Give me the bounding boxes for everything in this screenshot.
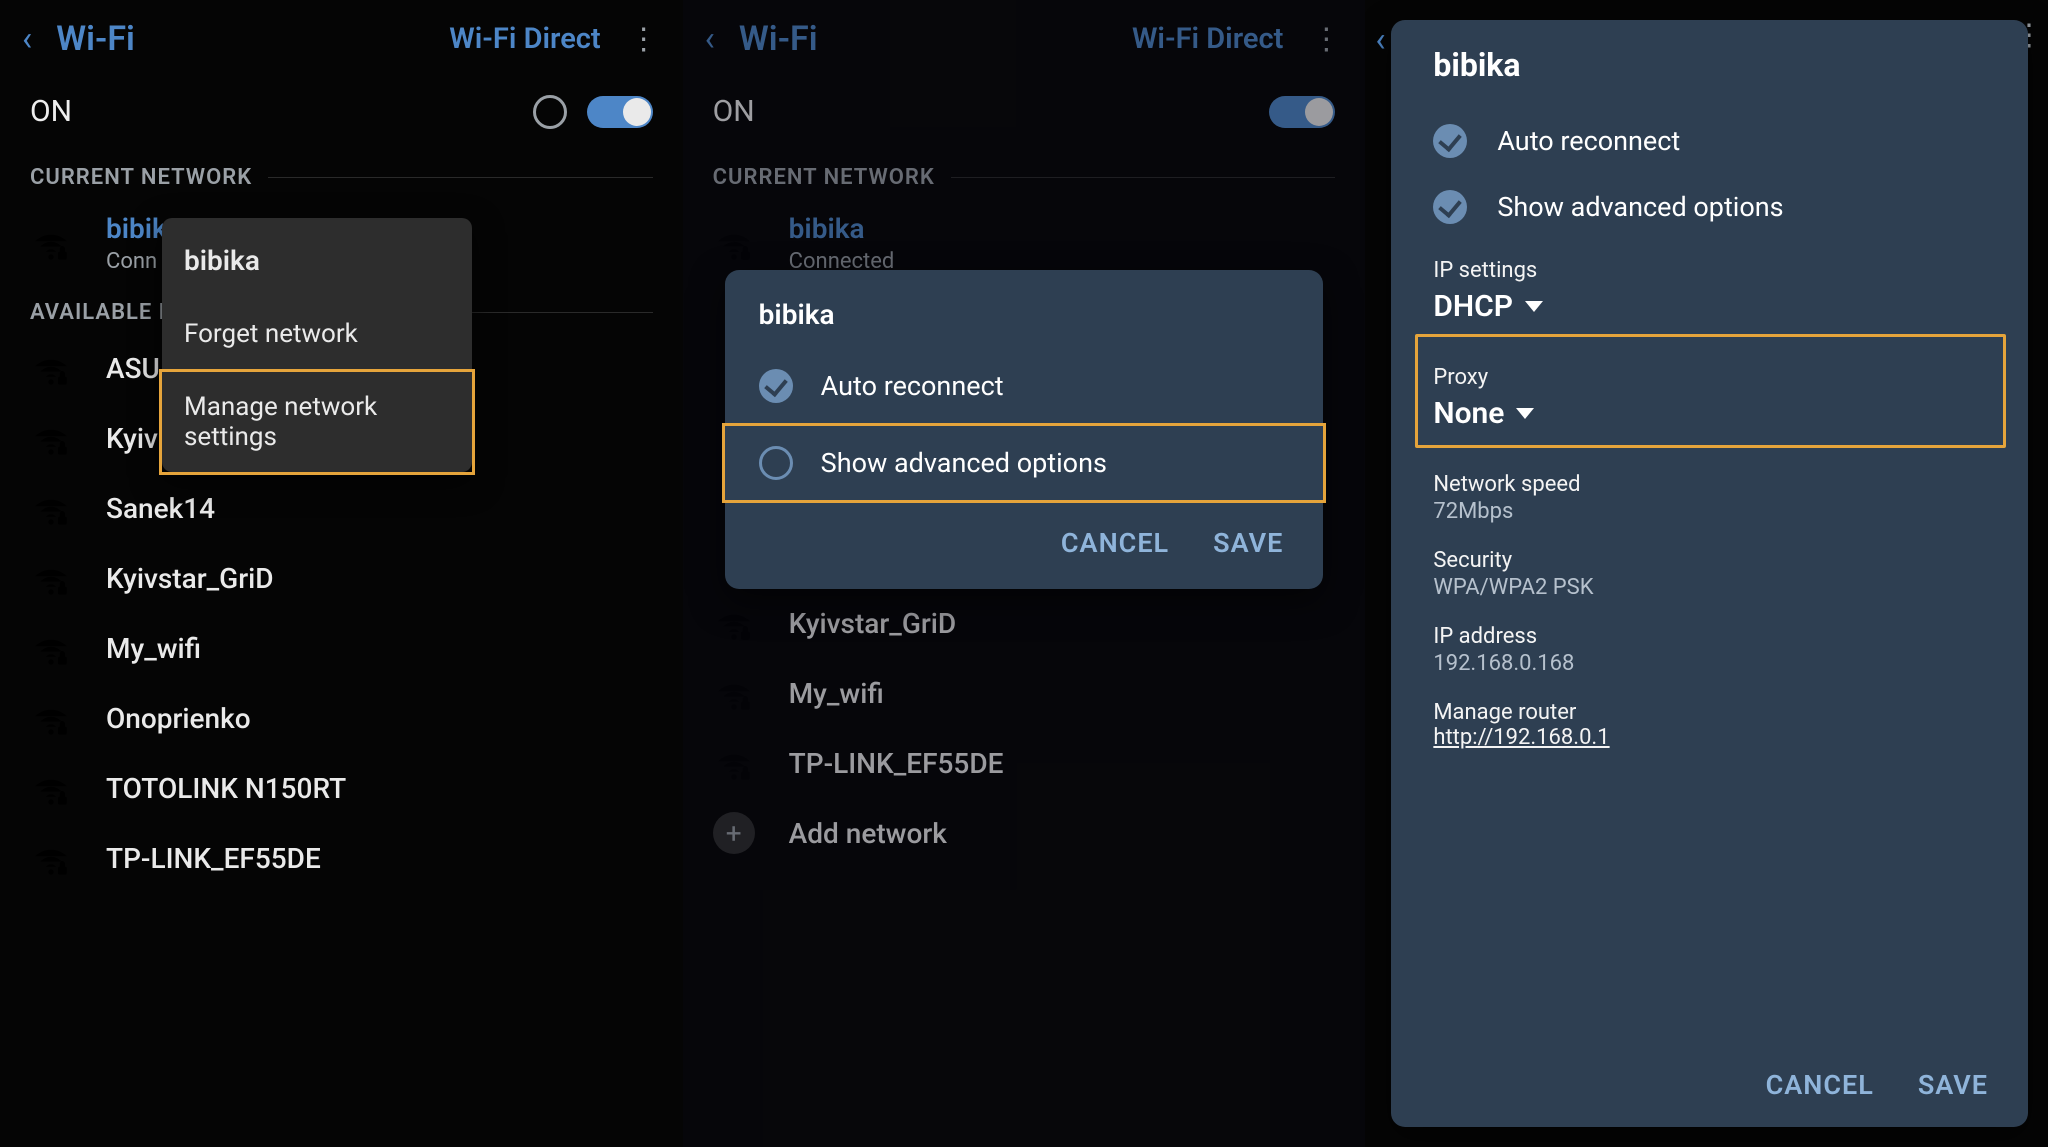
checkmark-icon bbox=[759, 369, 793, 403]
show-advanced-option[interactable]: Show advanced options bbox=[1433, 190, 1988, 224]
wifi-lock-icon bbox=[30, 767, 72, 809]
context-menu-title: bibika bbox=[162, 230, 472, 299]
wifi-lock-icon bbox=[30, 697, 72, 739]
wifi-on-row: ON bbox=[0, 78, 683, 153]
back-icon[interactable]: ‹ bbox=[14, 19, 40, 59]
network-row[interactable]: Sanek14 bbox=[0, 473, 683, 543]
wifi-lock-icon bbox=[30, 487, 72, 529]
dropdown-icon bbox=[1525, 301, 1543, 312]
proxy-label: Proxy bbox=[1433, 365, 1988, 390]
ip-address: IP address 192.168.0.168 bbox=[1433, 624, 1988, 676]
dialog-buttons: CANCEL SAVE bbox=[725, 503, 1324, 589]
network-speed-value: 72Mbps bbox=[1433, 499, 1988, 524]
ip-settings-label: IP settings bbox=[1433, 258, 1988, 283]
save-button[interactable]: SAVE bbox=[1213, 527, 1283, 559]
auto-reconnect-option[interactable]: Auto reconnect bbox=[1433, 124, 1988, 158]
wifi-lock-icon bbox=[30, 557, 72, 599]
manage-network-dialog: bibika Auto reconnect Show advanced opti… bbox=[725, 270, 1324, 589]
network-row[interactable]: Onoprienko bbox=[0, 683, 683, 753]
show-advanced-option[interactable]: Show advanced options bbox=[722, 423, 1327, 503]
back-icon[interactable]: ‹ bbox=[1375, 20, 1385, 60]
security-value: WPA/WPA2 PSK bbox=[1433, 575, 1988, 600]
wifi-lock-icon bbox=[30, 347, 72, 389]
checkmark-icon bbox=[1433, 124, 1467, 158]
cancel-button[interactable]: CANCEL bbox=[1766, 1069, 1874, 1101]
dialog-title: bibika bbox=[725, 270, 1324, 349]
security-label: Security bbox=[1433, 548, 1988, 573]
network-row[interactable]: My_wifi bbox=[0, 613, 683, 683]
appbar: ‹ Wi-Fi Wi-Fi Direct ⋮ bbox=[0, 0, 683, 78]
wifi-lock-icon bbox=[30, 627, 72, 669]
manage-router: Manage router http://192.168.0.1 bbox=[1433, 700, 1988, 750]
network-name: Kyiv bbox=[106, 422, 158, 455]
wifi-lock-icon bbox=[30, 837, 72, 879]
wifi-toggle[interactable] bbox=[587, 96, 653, 128]
screenshot-1: ‹ Wi-Fi Wi-Fi Direct ⋮ ON CURRENT NETWOR… bbox=[0, 0, 683, 1147]
network-speed: Network speed 72Mbps bbox=[1433, 472, 1988, 524]
network-name: Sanek14 bbox=[106, 492, 215, 525]
network-name: ASU bbox=[106, 352, 160, 385]
ip-settings-selector[interactable]: IP settings DHCP bbox=[1433, 240, 1988, 324]
section-current-network: CURRENT NETWORK bbox=[0, 153, 683, 198]
radio-icon bbox=[533, 95, 567, 129]
security: Security WPA/WPA2 PSK bbox=[1433, 548, 1988, 600]
network-name: TOTOLINK N150RT bbox=[106, 772, 346, 805]
save-button[interactable]: SAVE bbox=[1918, 1069, 1988, 1101]
page-title: Wi-Fi bbox=[56, 19, 135, 59]
manage-router-label: Manage router bbox=[1433, 700, 1988, 725]
manage-network-settings-button[interactable]: Manage network settings bbox=[159, 369, 475, 475]
auto-reconnect-label: Auto reconnect bbox=[821, 370, 1004, 402]
proxy-value: None bbox=[1433, 396, 1504, 431]
network-row[interactable]: Kyivstar_GriD bbox=[0, 543, 683, 613]
sheet-title: bibika bbox=[1433, 46, 1988, 84]
manage-router-link[interactable]: http://192.168.0.1 bbox=[1433, 725, 1609, 750]
ip-settings-value: DHCP bbox=[1433, 289, 1513, 324]
screenshot-2: ‹ Wi-Fi Wi-Fi Direct ⋮ ON CURRENT NETWOR… bbox=[683, 0, 1366, 1147]
radio-empty-icon bbox=[759, 446, 793, 480]
network-row[interactable]: TP-LINK_EF55DE bbox=[0, 823, 683, 893]
wifi-lock-icon bbox=[30, 222, 72, 264]
network-name: Onoprienko bbox=[106, 702, 251, 735]
network-name: TP-LINK_EF55DE bbox=[106, 842, 321, 875]
wifi-on-label: ON bbox=[30, 94, 72, 129]
network-name: My_wifi bbox=[106, 632, 201, 665]
wifi-direct-button[interactable]: Wi-Fi Direct bbox=[449, 22, 600, 56]
network-speed-label: Network speed bbox=[1433, 472, 1988, 497]
forget-network-button[interactable]: Forget network bbox=[162, 299, 472, 369]
more-icon[interactable]: ⋮ bbox=[617, 22, 669, 57]
proxy-selector[interactable]: Proxy None bbox=[1415, 334, 2006, 448]
auto-reconnect-option[interactable]: Auto reconnect bbox=[725, 349, 1324, 423]
network-row[interactable]: TOTOLINK N150RT bbox=[0, 753, 683, 823]
show-advanced-label: Show advanced options bbox=[821, 447, 1107, 479]
auto-reconnect-label: Auto reconnect bbox=[1497, 125, 1680, 157]
sheet-buttons: CANCEL SAVE bbox=[1433, 1069, 1988, 1101]
ip-address-value: 192.168.0.168 bbox=[1433, 651, 1988, 676]
network-detail-sheet: bibika Auto reconnect Show advanced opti… bbox=[1391, 20, 2028, 1127]
screenshot-3: ‹ ⋮ bibika Auto reconnect Show advanced … bbox=[1365, 0, 2048, 1147]
cancel-button[interactable]: CANCEL bbox=[1061, 527, 1169, 559]
wifi-lock-icon bbox=[30, 417, 72, 459]
network-name: Kyivstar_GriD bbox=[106, 562, 274, 595]
show-advanced-label: Show advanced options bbox=[1497, 191, 1783, 223]
ip-address-label: IP address bbox=[1433, 624, 1988, 649]
checkmark-icon bbox=[1433, 190, 1467, 224]
dropdown-icon bbox=[1516, 408, 1534, 419]
network-context-menu: bibika Forget network Manage network set… bbox=[162, 218, 472, 472]
